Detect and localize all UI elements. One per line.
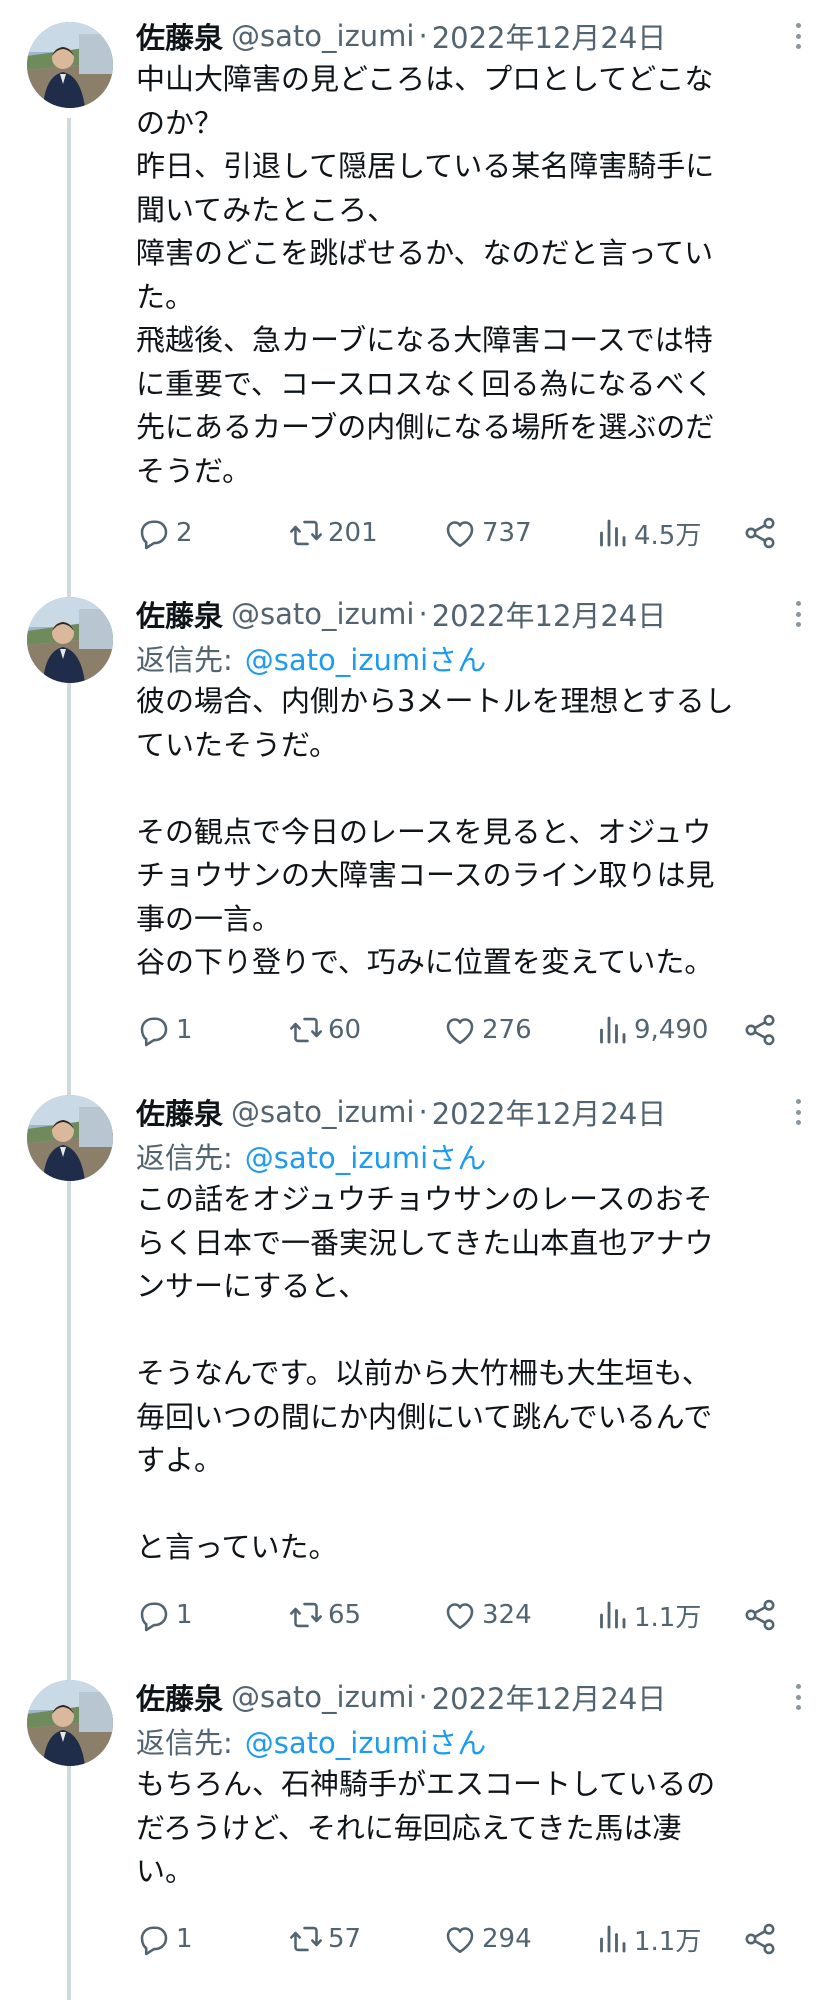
heart-icon <box>446 521 474 548</box>
view-count: 1.1万 <box>634 1602 702 1633</box>
retweet-count: 60 <box>328 1015 362 1045</box>
reply-button[interactable]: 1 <box>136 1917 193 1961</box>
retweet-button[interactable]: 65 <box>288 1593 361 1637</box>
separator-dot: · <box>418 19 428 53</box>
reply-to-line: 返信先: @sato_izumiさん <box>136 636 827 680</box>
retweet-count: 57 <box>328 1924 362 1954</box>
share-icon <box>745 517 775 549</box>
action-bar: 2 201 737 4.5万 <box>136 511 786 555</box>
more-icon[interactable] <box>783 1096 813 1128</box>
tweet-text: 彼の場合、内側から3メートルを理想とするし ていたそうだ。 その観点で今日のレー… <box>136 684 734 979</box>
retweet-icon <box>290 520 322 546</box>
share-icon <box>745 1599 775 1631</box>
retweet-count: 65 <box>328 1600 362 1630</box>
reply-count: 1 <box>176 1600 193 1630</box>
reply-icon <box>140 1602 168 1632</box>
separator-dot: · <box>418 597 428 631</box>
reply-button[interactable]: 1 <box>136 1008 193 1052</box>
share-icon <box>745 1014 775 1046</box>
action-bar: 1 57 294 1.1万 <box>136 1917 786 1961</box>
views-icon <box>600 519 626 547</box>
reply-to-line: 返信先: @sato_izumiさん <box>136 1719 827 1763</box>
like-count: 737 <box>482 518 532 548</box>
retweet-button[interactable]: 57 <box>288 1917 361 1961</box>
reply-to-mention[interactable]: @sato_izumiさん <box>245 1720 486 1762</box>
reply-to-line: 返信先: @sato_izumiさん <box>136 1134 827 1178</box>
retweet-count: 201 <box>328 518 378 548</box>
user-handle[interactable]: @sato_izumi <box>231 19 414 53</box>
views-icon <box>600 1601 626 1629</box>
reply-to-label: 返信先: <box>136 643 233 677</box>
share-button[interactable] <box>742 1593 782 1637</box>
display-name[interactable]: 佐藤泉 <box>136 593 223 635</box>
user-handle[interactable]: @sato_izumi <box>231 597 414 631</box>
retweet-button[interactable]: 201 <box>288 511 378 555</box>
tweet-text: 中山大障害の見どころは、プロとしてどこな のか？ 昨日、引退して隠居している某名… <box>136 62 715 488</box>
views-icon <box>600 1016 626 1044</box>
retweet-icon <box>290 1602 322 1628</box>
display-name[interactable]: 佐藤泉 <box>136 15 223 57</box>
avatar[interactable] <box>27 22 113 108</box>
views-icon <box>600 1925 626 1953</box>
like-button[interactable]: 294 <box>442 1917 532 1961</box>
share-button[interactable] <box>742 511 782 555</box>
reply-count: 2 <box>176 518 193 548</box>
tweet-text: この話をオジュウチョウサンのレースのおそ らく日本で一番実況してきた山本直也アナ… <box>136 1182 714 1564</box>
more-icon[interactable] <box>783 1681 813 1713</box>
reply-count: 1 <box>176 1015 193 1045</box>
share-icon <box>745 1923 775 1955</box>
reply-button[interactable]: 1 <box>136 1593 193 1637</box>
avatar[interactable] <box>27 1095 113 1181</box>
view-count: 1.1万 <box>634 1926 702 1957</box>
reply-to-label: 返信先: <box>136 1141 233 1175</box>
views-button[interactable]: 1.1万 <box>594 1917 701 1961</box>
separator-dot: · <box>418 1680 428 1714</box>
reply-to-label: 返信先: <box>136 1726 233 1760</box>
tweet-text: もちろん、石神騎手がエスコートしているの だろうけど、それに毎回応えてきた馬は凄… <box>136 1767 716 1888</box>
reply-icon <box>140 1926 168 1956</box>
more-icon[interactable] <box>783 598 813 630</box>
reply-to-mention[interactable]: @sato_izumiさん <box>245 637 486 679</box>
retweet-icon <box>290 1926 322 1952</box>
user-handle[interactable]: @sato_izumi <box>231 1095 414 1129</box>
like-count: 294 <box>482 1924 532 1954</box>
views-button[interactable]: 4.5万 <box>594 511 701 555</box>
view-count: 9,490 <box>634 1015 709 1045</box>
share-button[interactable] <box>742 1008 782 1052</box>
reply-icon <box>140 520 168 550</box>
more-icon[interactable] <box>783 20 813 52</box>
reply-icon <box>140 1017 168 1047</box>
views-button[interactable]: 1.1万 <box>594 1593 701 1637</box>
like-button[interactable]: 276 <box>442 1008 532 1052</box>
like-button[interactable]: 324 <box>442 1593 532 1637</box>
share-button[interactable] <box>742 1917 782 1961</box>
display-name[interactable]: 佐藤泉 <box>136 1676 223 1718</box>
tweet-date[interactable]: 2022年12月24日 <box>432 1091 667 1133</box>
retweet-button[interactable]: 60 <box>288 1008 361 1052</box>
like-count: 276 <box>482 1015 532 1045</box>
reply-button[interactable]: 2 <box>136 511 193 555</box>
reply-count: 1 <box>176 1924 193 1954</box>
avatar[interactable] <box>27 1680 113 1766</box>
views-button[interactable]: 9,490 <box>594 1008 708 1052</box>
view-count: 4.5万 <box>634 520 702 551</box>
heart-icon <box>446 1603 474 1630</box>
display-name[interactable]: 佐藤泉 <box>136 1091 223 1133</box>
retweet-icon <box>290 1017 322 1043</box>
user-handle[interactable]: @sato_izumi <box>231 1680 414 1714</box>
like-count: 324 <box>482 1600 532 1630</box>
tweet-date[interactable]: 2022年12月24日 <box>432 15 667 57</box>
tweet-date[interactable]: 2022年12月24日 <box>432 593 667 635</box>
action-bar: 1 60 276 9,490 <box>136 1008 786 1052</box>
action-bar: 1 65 324 1.1万 <box>136 1593 786 1637</box>
heart-icon <box>446 1018 474 1045</box>
like-button[interactable]: 737 <box>442 511 532 555</box>
tweet-date[interactable]: 2022年12月24日 <box>432 1676 667 1718</box>
reply-to-mention[interactable]: @sato_izumiさん <box>245 1135 486 1177</box>
avatar[interactable] <box>27 597 113 683</box>
heart-icon <box>446 1927 474 1954</box>
separator-dot: · <box>418 1095 428 1129</box>
